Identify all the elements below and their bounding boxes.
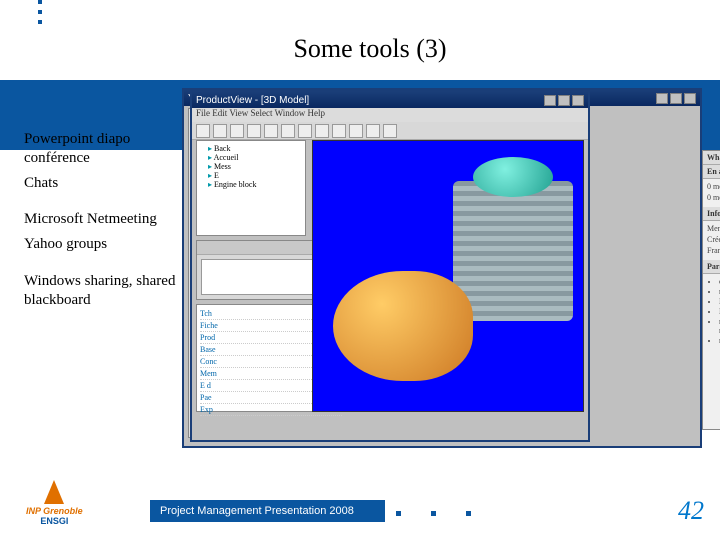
outer-window: Yahoo ProductView - [3D Model] File Edit… (182, 88, 702, 448)
info-header: Infos groupe (703, 207, 720, 221)
tool-icon[interactable] (230, 124, 244, 138)
logo-block: INP Grenoble ENSGI (26, 480, 83, 526)
waiting-line: 0 membres en attente (707, 182, 720, 191)
tree-node[interactable]: Mess (200, 162, 302, 171)
info-line: Membres: 146 (707, 224, 720, 233)
bullet-item: Microsoft Netmeeting (24, 210, 194, 229)
bullet-item: Yahoo groups (24, 235, 194, 254)
tool-icon[interactable] (281, 124, 295, 138)
tree-node[interactable]: Engine block (200, 180, 302, 189)
close-icon[interactable] (572, 95, 584, 106)
tree-node[interactable]: E (200, 171, 302, 180)
info-line: Français (707, 246, 720, 255)
tool-icon[interactable] (349, 124, 363, 138)
tool-icon[interactable] (332, 124, 346, 138)
tool-icon[interactable] (196, 124, 210, 138)
logo-org: INP Grenoble (26, 506, 83, 516)
tool-icon[interactable] (383, 124, 397, 138)
tree-panel[interactable]: Back Accueil Mess E Engine block (196, 140, 306, 236)
inner-window: ProductView - [3D Model] File Edit View … (190, 90, 590, 442)
window-buttons[interactable] (656, 93, 696, 104)
decorative-dots-bottom (396, 511, 471, 516)
slide-title: Some tools (3) (80, 30, 660, 68)
waiting-line: 0 messages attente (707, 193, 720, 202)
minimize-icon[interactable] (544, 95, 556, 106)
inner-window-title: ProductView - [3D Model] (196, 95, 309, 106)
maximize-icon[interactable] (670, 93, 682, 104)
tool-icon[interactable] (315, 124, 329, 138)
bullet-item: Chats (24, 174, 194, 193)
inner-titlebar: ProductView - [3D Model] (192, 92, 588, 108)
tool-icon[interactable] (213, 124, 227, 138)
right-info-pane: What Rel En attente 0 membres en attente… (702, 150, 720, 430)
tool-icon[interactable] (247, 124, 261, 138)
engine-block-shape (333, 271, 473, 381)
decorative-dots-top (38, 0, 42, 24)
tool-icon[interactable] (366, 124, 380, 138)
tree-node[interactable]: Back (200, 144, 302, 153)
minimize-icon[interactable] (656, 93, 668, 104)
menu-bar[interactable]: File Edit View Select Window Help (192, 108, 588, 122)
logo-school: ENSGI (26, 516, 83, 526)
window-buttons[interactable] (544, 95, 584, 106)
triangle-icon (44, 480, 64, 504)
bullet-item: Windows sharing, shared blackboard (24, 272, 194, 310)
footer-bar: Project Management Presentation 2008 (150, 500, 385, 522)
params-header: Paramètres généraux (703, 260, 720, 274)
tool-icon[interactable] (264, 124, 278, 138)
info-line: Créé le: 23 Avril 1999 (707, 235, 720, 244)
status-header: En attente (703, 165, 720, 179)
tree-node[interactable]: Accueil (200, 153, 302, 162)
footer-text: Project Management Presentation 2008 (160, 505, 354, 517)
3d-viewport[interactable] (312, 140, 584, 412)
close-icon[interactable] (684, 93, 696, 104)
maximize-icon[interactable] (558, 95, 570, 106)
right-pane-header: What Rel (703, 151, 720, 165)
embedded-screenshot: Yahoo ProductView - [3D Model] File Edit… (182, 88, 702, 448)
bullet-list: Powerpoint diapo conférence Chats Micros… (24, 130, 194, 315)
cylinder-shape (453, 181, 573, 321)
page-number: 42 (678, 496, 704, 526)
bullet-item: Powerpoint diapo conférence (24, 130, 194, 168)
toolbar[interactable] (192, 122, 588, 140)
tool-icon[interactable] (298, 124, 312, 138)
cap-shape (473, 157, 553, 197)
